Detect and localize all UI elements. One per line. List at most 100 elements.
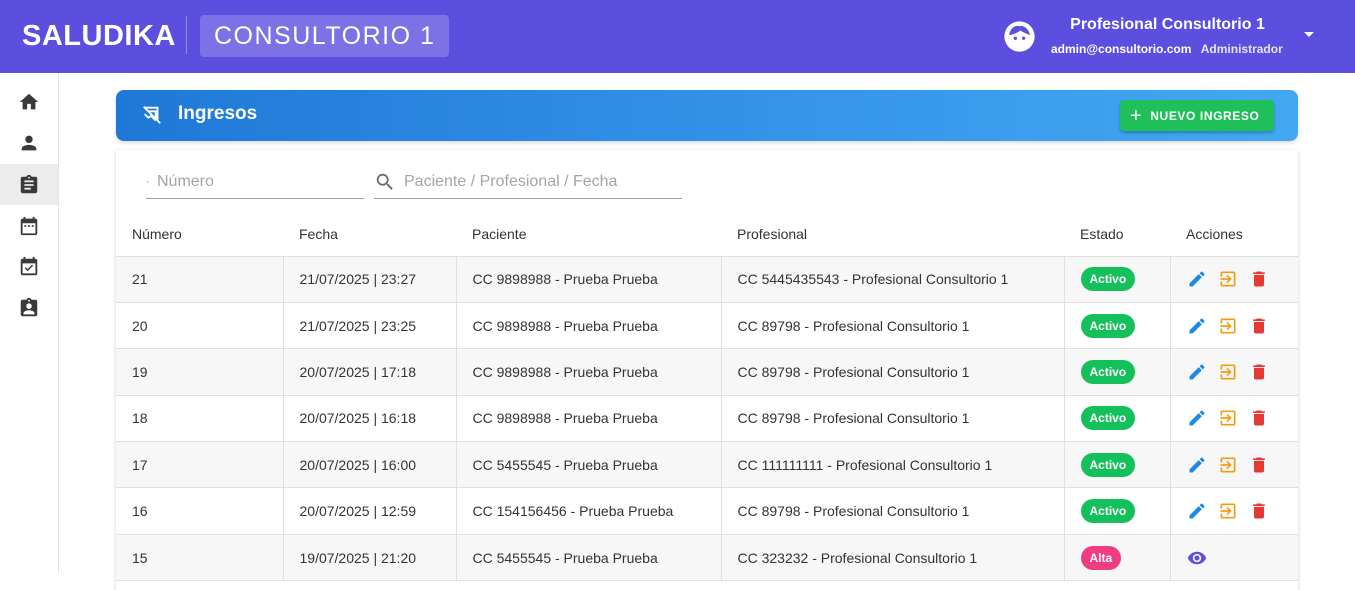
cell-fecha: 21/07/2025 | 23:27 [283, 256, 457, 303]
search-input[interactable] [404, 173, 654, 191]
column-header-numero[interactable]: Número [116, 212, 283, 257]
cell-profesional: CC 89798 - Profesional Consultorio 1 [721, 302, 1065, 350]
user-avatar-icon[interactable] [1003, 20, 1036, 53]
cell-fecha: 20/07/2025 | 16:18 [283, 395, 457, 443]
column-header-profesional[interactable]: Profesional [721, 212, 1064, 257]
nav-item-calendar[interactable] [0, 205, 58, 246]
edit-icon[interactable] [1187, 455, 1207, 475]
status-badge: Activo [1080, 313, 1136, 338]
calendar-check-icon [20, 256, 38, 275]
column-header-estado[interactable]: Estado [1064, 212, 1170, 257]
user-email: admin@consultorio.com [1051, 42, 1192, 56]
cell-acciones [1170, 487, 1299, 535]
cell-numero: 18 [116, 395, 284, 443]
new-admission-button[interactable]: + NUEVO INGRESO [1120, 100, 1274, 131]
view-icon[interactable] [1187, 548, 1207, 568]
table-row[interactable]: 17 20/07/2025 | 16:00 CC 5455545 - Prueba … [116, 441, 1299, 489]
cell-fecha: 20/07/2025 | 12:59 [283, 487, 457, 535]
cell-estado: Activo [1064, 441, 1171, 489]
cell-profesional: CC 89798 - Profesional Consultorio 1 [721, 348, 1065, 396]
table-row[interactable]: 15 19/07/2025 | 21:20 CC 5455545 - Prueba … [116, 534, 1299, 582]
cell-paciente: CC 9898988 - Prueba Prueba [456, 256, 722, 303]
discharge-icon[interactable] [1218, 455, 1238, 475]
home-icon [19, 93, 39, 109]
delete-icon[interactable] [1249, 316, 1269, 336]
table-row[interactable]: 21 21/07/2025 | 23:27 CC 9898988 - Prueba … [116, 256, 1298, 303]
cell-acciones [1170, 395, 1299, 443]
column-header-fecha[interactable]: Fecha [283, 212, 456, 257]
cell-fecha: 20/07/2025 | 17:18 [283, 348, 457, 396]
discharge-icon[interactable] [1218, 316, 1238, 336]
cell-acciones [1170, 534, 1299, 582]
search-icon [376, 173, 393, 190]
cell-profesional: CC 323232 - Profesional Consultorio 1 [721, 534, 1065, 582]
cell-acciones [1170, 256, 1298, 303]
side-navigation [0, 73, 59, 573]
person-icon [21, 135, 37, 150]
cell-acciones [1170, 441, 1299, 489]
badge-icon [20, 297, 38, 316]
number-filter [146, 166, 364, 199]
brand-logo[interactable]: SALUDIKA [22, 20, 176, 53]
edit-icon[interactable] [1187, 501, 1207, 521]
cell-estado: Activo [1064, 302, 1171, 350]
column-header-acciones: Acciones [1170, 212, 1298, 257]
table-row[interactable]: 18 20/07/2025 | 16:18 CC 9898988 - Prueba … [116, 395, 1299, 443]
status-badge: Activo [1080, 359, 1136, 384]
cell-fecha: 19/07/2025 | 21:20 [283, 534, 457, 582]
user-role: Administrador [1200, 42, 1283, 56]
discharge-icon[interactable] [1218, 501, 1238, 521]
edit-icon[interactable] [1187, 362, 1207, 382]
number-filter-input[interactable] [157, 173, 364, 191]
delete-icon[interactable] [1249, 408, 1269, 428]
row-actions [1187, 455, 1299, 475]
discharge-icon[interactable] [1218, 362, 1238, 382]
delete-icon[interactable] [1249, 362, 1269, 382]
edit-icon[interactable] [1187, 269, 1207, 289]
user-name[interactable]: Profesional Consultorio 1 [1040, 16, 1295, 34]
delete-icon[interactable] [1249, 501, 1269, 521]
cell-profesional: CC 89798 - Profesional Consultorio 1 [721, 487, 1065, 535]
admissions-table: Número Fecha Paciente Profesional Estado… [116, 212, 1299, 582]
cell-fecha: 20/07/2025 | 16:00 [283, 441, 457, 489]
row-actions [1187, 501, 1299, 521]
row-actions [1187, 548, 1299, 568]
table-row[interactable]: 16 20/07/2025 | 12:59 CC 154156456 - Prueb… [116, 487, 1299, 535]
edit-icon[interactable] [1187, 316, 1207, 336]
nav-item-patients[interactable] [0, 122, 58, 163]
cell-paciente: CC 9898988 - Prueba Prueba [456, 395, 722, 443]
page-header: Ingresos + NUEVO INGRESO [116, 90, 1298, 141]
admissions-card: Número Fecha Paciente Profesional Estado… [116, 150, 1298, 590]
cell-estado: Activo [1064, 487, 1171, 535]
cell-paciente: CC 9898988 - Prueba Prueba [456, 302, 722, 350]
user-menu-caret-icon[interactable] [1304, 32, 1314, 37]
table-row[interactable]: 20 21/07/2025 | 23:25 CC 9898988 - Prueba … [116, 302, 1299, 350]
table-header-row: Número Fecha Paciente Profesional Estado… [116, 212, 1298, 257]
cell-estado: Alta [1064, 534, 1171, 582]
edit-icon[interactable] [1187, 408, 1207, 428]
user-details: admin@consultorio.com Administrador [1051, 42, 1283, 56]
cell-profesional: CC 111111111 - Profesional Consultorio 1 [721, 441, 1065, 489]
cell-paciente: CC 154156456 - Prueba Prueba [456, 487, 722, 535]
discharge-icon[interactable] [1218, 269, 1238, 289]
nav-item-home[interactable] [0, 81, 58, 122]
status-badge: Activo [1080, 452, 1136, 477]
delete-icon[interactable] [1249, 455, 1269, 475]
office-selector[interactable]: CONSULTORIO 1 [200, 15, 450, 57]
nav-item-admissions[interactable] [0, 164, 58, 205]
column-header-paciente[interactable]: Paciente [456, 212, 721, 257]
row-actions [1187, 408, 1299, 428]
delete-icon[interactable] [1249, 269, 1269, 289]
discharge-icon[interactable] [1218, 408, 1238, 428]
nav-item-appointments[interactable] [0, 246, 58, 287]
cell-numero: 21 [116, 256, 284, 303]
nav-item-professionals[interactable] [0, 287, 58, 328]
cell-fecha: 21/07/2025 | 23:25 [283, 302, 457, 350]
cell-acciones [1170, 348, 1299, 396]
table-row[interactable]: 19 20/07/2025 | 17:18 CC 9898988 - Prueba … [116, 348, 1299, 396]
status-badge: Activo [1080, 267, 1136, 292]
brand-divider [186, 16, 187, 54]
status-badge: Activo [1080, 406, 1136, 431]
row-actions [1187, 316, 1299, 336]
row-actions [1187, 362, 1299, 382]
